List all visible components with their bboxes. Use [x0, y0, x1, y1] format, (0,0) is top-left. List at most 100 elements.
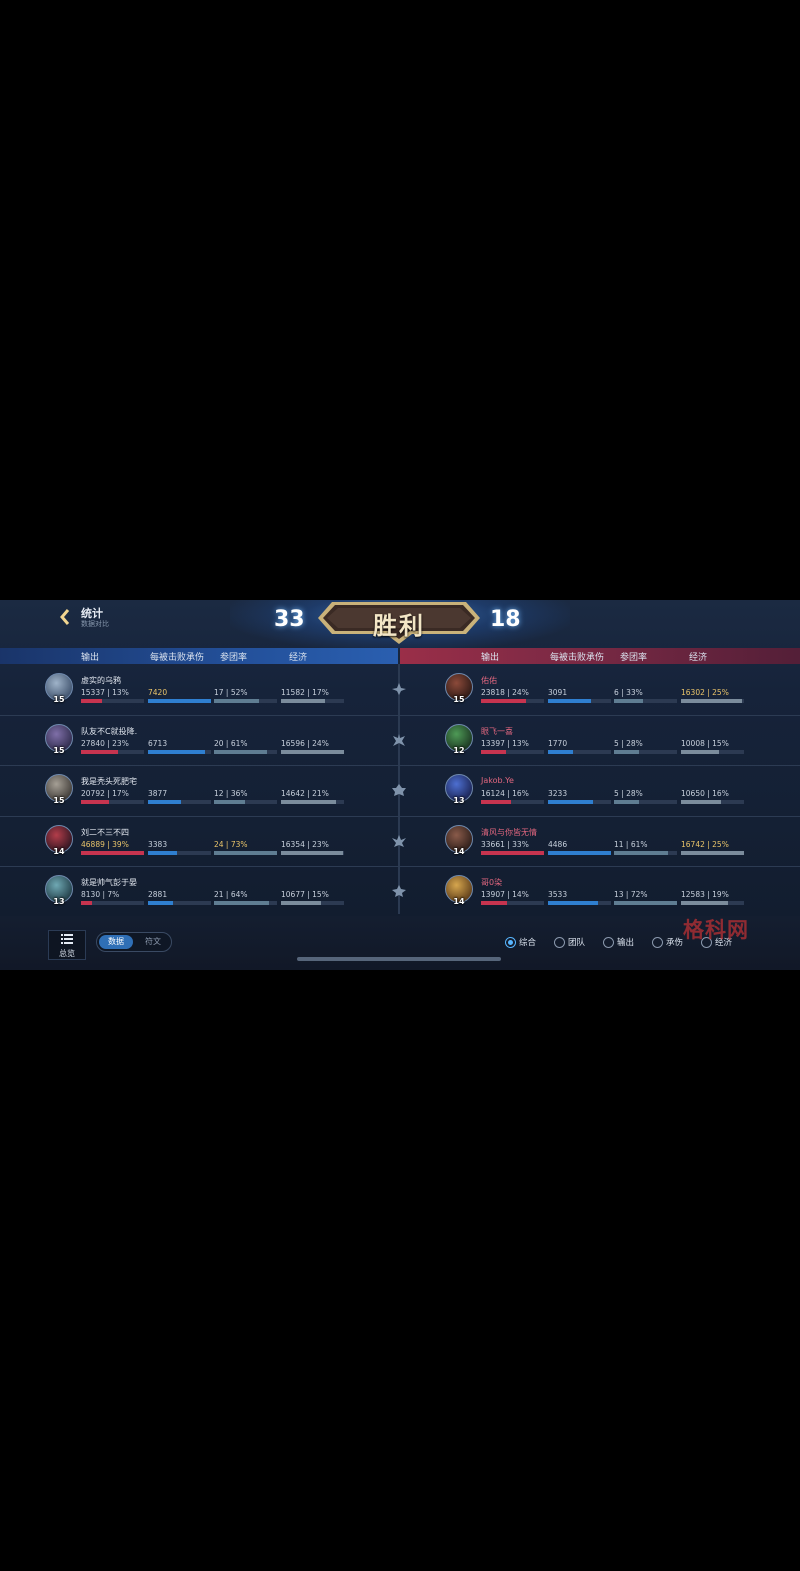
left-player-1-tank-bar-fill	[148, 699, 211, 703]
col-tank-right: 每被击败承伤	[550, 653, 605, 663]
left-player-4-gold-bar-track	[281, 850, 344, 855]
left-player-5-gold: 10677 | 15%	[281, 890, 329, 899]
left-player-5-level: 13	[53, 897, 65, 906]
radio-output[interactable]: 输出	[603, 936, 634, 948]
left-player-5-output-bar-fill	[81, 901, 92, 905]
right-player-3-gold-bar-fill	[681, 800, 722, 804]
right-player-5-output-bar-track	[481, 901, 544, 905]
right-player-2-participation-bar-fill	[614, 749, 639, 754]
left-player-4-gold-bar-fill	[281, 850, 343, 855]
right-player-5-level: 14	[453, 897, 465, 906]
left-player-5-tank: 2881	[148, 890, 168, 899]
right-player-3-participation-bar-fill	[614, 800, 639, 804]
left-player-1-gold: 11582 | 17%	[281, 688, 329, 697]
left-player-2-output-bar-track	[81, 749, 144, 754]
col-participation-left: 参团率	[220, 653, 248, 663]
left-player-5-gold-bar-track	[281, 901, 344, 905]
toggle-runes[interactable]: 符文	[137, 935, 169, 949]
radio-tank[interactable]: 承伤	[652, 936, 683, 948]
left-player-2-gold: 16596 | 24%	[281, 738, 329, 748]
right-player-4-output-bar-fill	[481, 850, 544, 855]
left-player-3-name[interactable]: 我是秃头死肥宅	[81, 776, 137, 787]
right-player-1-participation-bar-fill	[614, 699, 643, 703]
right-player-5-output: 13907 | 14%	[481, 890, 529, 899]
left-player-3-output: 20792 | 17%	[81, 789, 129, 798]
left-player-3-tank-bar-fill	[148, 800, 181, 804]
right-player-3-name[interactable]: Jakob.Ye	[481, 776, 514, 785]
right-player-5-name[interactable]: 哥0染	[481, 877, 502, 888]
left-player-2-participation-bar-track	[214, 749, 277, 754]
left-player-3-gold-bar-fill	[281, 800, 337, 804]
right-player-1-output-bar-fill	[481, 699, 526, 703]
watermark: 格科网	[683, 918, 749, 942]
radio-overall[interactable]: 综合	[505, 936, 536, 948]
left-player-4-participation-bar-track	[214, 850, 277, 855]
left-player-5-tank-bar-fill	[148, 901, 173, 905]
toggle-data[interactable]: 数据	[99, 935, 133, 949]
left-player-1-gold-bar-fill	[281, 699, 326, 703]
right-player-2-participation: 5 | 28%	[614, 738, 643, 748]
left-player-3-participation-bar-track	[214, 800, 277, 804]
right-player-5-tank-bar-fill	[548, 901, 598, 905]
right-player-1-tank-bar-track	[548, 699, 611, 703]
left-player-1-tank: 7420	[148, 688, 168, 697]
right-player-2-participation-bar-track	[614, 749, 677, 754]
right-player-3-gold: 10650 | 16%	[681, 789, 729, 798]
radio-dot	[652, 936, 663, 948]
left-player-2-gold-bar-fill	[281, 749, 344, 754]
overview-label: 总览	[59, 949, 75, 958]
right-player-4-name[interactable]: 清风与你皆无情	[481, 827, 537, 838]
result-badge: 胜利	[316, 600, 482, 644]
right-player-3-output-bar-track	[481, 800, 544, 804]
radio-dot-selected	[505, 936, 516, 948]
left-player-1-participation-bar-track	[214, 699, 277, 703]
left-player-2-tank-bar-fill	[148, 749, 205, 754]
radio-team[interactable]: 团队	[554, 936, 585, 948]
right-player-3-tank-bar-track	[548, 800, 611, 804]
right-player-2-level: 12	[453, 745, 465, 755]
left-player-1-output-bar-track	[81, 699, 144, 703]
right-player-2-gold-bar-track	[681, 749, 744, 754]
right-player-2-tank-bar-fill	[548, 749, 573, 754]
right-player-1-name[interactable]: 佑佑	[481, 675, 497, 686]
left-player-2-name[interactable]: 队友不C就投降.	[81, 726, 137, 737]
left-player-5-participation: 21 | 64%	[214, 890, 248, 899]
view-toggle[interactable]: 数据 符文	[96, 932, 172, 952]
lane-role-icon	[392, 885, 406, 897]
right-player-4-output: 33661 | 33%	[481, 839, 529, 849]
radio-dot	[603, 936, 614, 948]
overview-button[interactable]: 总览	[48, 930, 86, 960]
left-player-4-name[interactable]: 刘二不三不四	[81, 827, 129, 838]
right-player-1-level: 15	[453, 695, 465, 704]
home-indicator[interactable]	[297, 957, 501, 961]
left-player-1-level: 15	[53, 695, 65, 704]
back-button[interactable]	[58, 606, 72, 628]
right-player-3-participation-bar-track	[614, 800, 677, 804]
lane-role-icon	[392, 834, 406, 847]
left-player-5-participation-bar-fill	[214, 901, 270, 905]
left-player-2-level: 15	[53, 745, 65, 755]
stats-panel: 统计 数据对比 33 18 胜利 输出 每被击败承伤 参团率 经济 输出 每被击…	[0, 600, 800, 970]
right-player-4-output-bar-track	[481, 850, 544, 855]
left-player-4-output-bar-track	[81, 850, 144, 855]
right-player-2-tank: 1770	[548, 738, 568, 748]
right-player-4-tank-bar-track	[548, 850, 611, 855]
right-player-1-tank: 3091	[548, 688, 568, 697]
col-gold-right: 经济	[689, 653, 708, 663]
left-player-3-tank: 3877	[148, 789, 168, 798]
right-player-3-output-bar-fill	[481, 800, 512, 804]
right-player-1-gold: 16302 | 25%	[681, 688, 729, 697]
right-player-1-participation-bar-track	[614, 699, 677, 703]
right-player-5-tank-bar-track	[548, 901, 611, 905]
result-text: 胜利	[373, 612, 425, 640]
row-separator	[0, 815, 800, 817]
left-player-4-tank-bar-fill	[148, 850, 177, 855]
right-player-1-participation: 6 | 33%	[614, 688, 643, 697]
left-player-1-name[interactable]: 虚实的乌鸦	[81, 675, 121, 686]
left-player-5-name[interactable]: 就是帅气彭于晏	[81, 877, 137, 888]
right-player-2-name[interactable]: 眼飞一喜	[481, 726, 513, 737]
left-player-4-tank-bar-track	[148, 850, 211, 855]
right-player-1-output-bar-track	[481, 699, 544, 703]
row-separator	[0, 714, 800, 716]
col-output-right: 输出	[481, 653, 500, 663]
